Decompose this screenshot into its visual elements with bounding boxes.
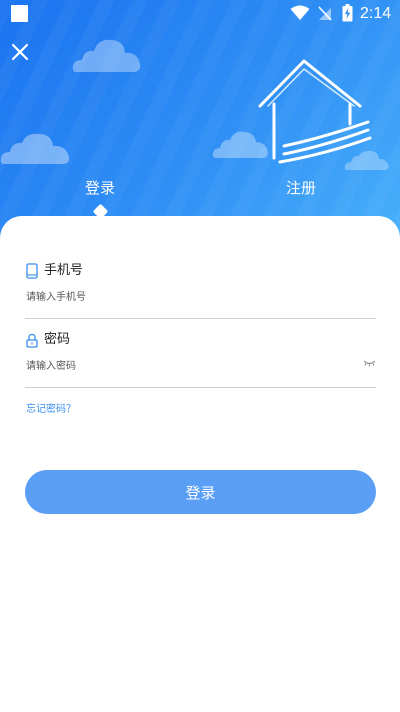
close-button[interactable] bbox=[8, 40, 32, 64]
login-button[interactable]: 登录 bbox=[25, 470, 376, 514]
password-label-row: 密码 bbox=[26, 331, 70, 349]
header-banner bbox=[0, 0, 400, 240]
password-input[interactable] bbox=[26, 355, 356, 377]
cloud-decoration bbox=[0, 133, 70, 164]
password-label: 密码 bbox=[44, 332, 71, 347]
tab-login[interactable]: 登录 bbox=[85, 178, 115, 198]
phone-divider bbox=[25, 318, 376, 319]
lock-icon bbox=[26, 333, 38, 348]
phone-label: 手机号 bbox=[44, 263, 84, 278]
phone-label-row: 手机号 bbox=[26, 262, 83, 280]
status-bar: 2:14 bbox=[0, 0, 400, 30]
no-signal-icon bbox=[318, 6, 332, 21]
wifi-icon bbox=[290, 5, 310, 20]
status-time: 2:14 bbox=[360, 5, 392, 22]
tab-register[interactable]: 注册 bbox=[286, 178, 316, 198]
phone-input[interactable] bbox=[26, 286, 356, 308]
square-notification-icon bbox=[11, 5, 28, 22]
eye-closed-icon[interactable] bbox=[363, 358, 376, 368]
forgot-password-link[interactable]: 忘记密码？ bbox=[26, 403, 76, 417]
battery-charging-icon bbox=[342, 4, 353, 22]
phone-icon bbox=[26, 263, 38, 279]
close-icon bbox=[11, 43, 29, 61]
password-divider bbox=[25, 387, 376, 388]
cloud-decoration bbox=[72, 39, 141, 72]
house-illustration bbox=[258, 59, 372, 164]
